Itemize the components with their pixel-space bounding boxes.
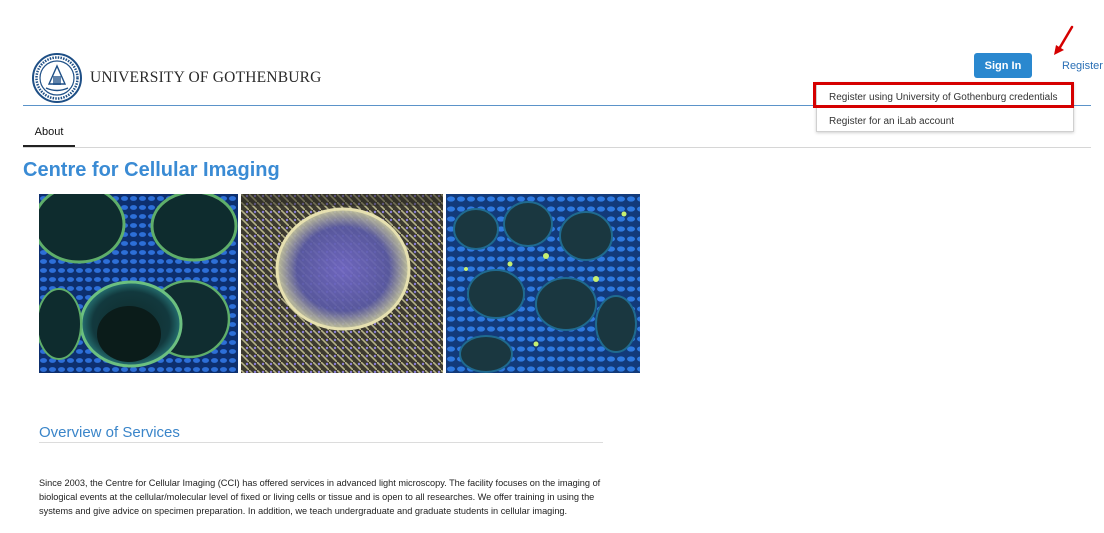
university-seal-icon — [32, 53, 82, 103]
tabs-divider — [23, 147, 1091, 148]
tab-about[interactable]: About — [23, 117, 75, 147]
register-ilab-account-item[interactable]: Register for an iLab account — [829, 116, 954, 127]
university-name: UNIVERSITY OF GOTHENBURG — [90, 69, 322, 86]
page-title: Centre for Cellular Imaging — [23, 159, 280, 181]
sign-in-button[interactable]: Sign In — [974, 53, 1032, 78]
overview-of-services-heading: Overview of Services — [39, 424, 180, 441]
microscopy-image-2 — [241, 194, 443, 373]
microscopy-image-1 — [39, 194, 238, 373]
highlight-box — [813, 82, 1074, 108]
university-logo[interactable]: UNIVERSITY OF GOTHENBURG — [31, 52, 322, 104]
overview-paragraph: Since 2003, the Centre for Cellular Imag… — [39, 478, 601, 516]
microscopy-image-3 — [446, 194, 640, 373]
register-link[interactable]: Register — [1062, 60, 1103, 72]
section-divider — [39, 442, 603, 443]
red-arrow-icon — [1054, 25, 1074, 55]
